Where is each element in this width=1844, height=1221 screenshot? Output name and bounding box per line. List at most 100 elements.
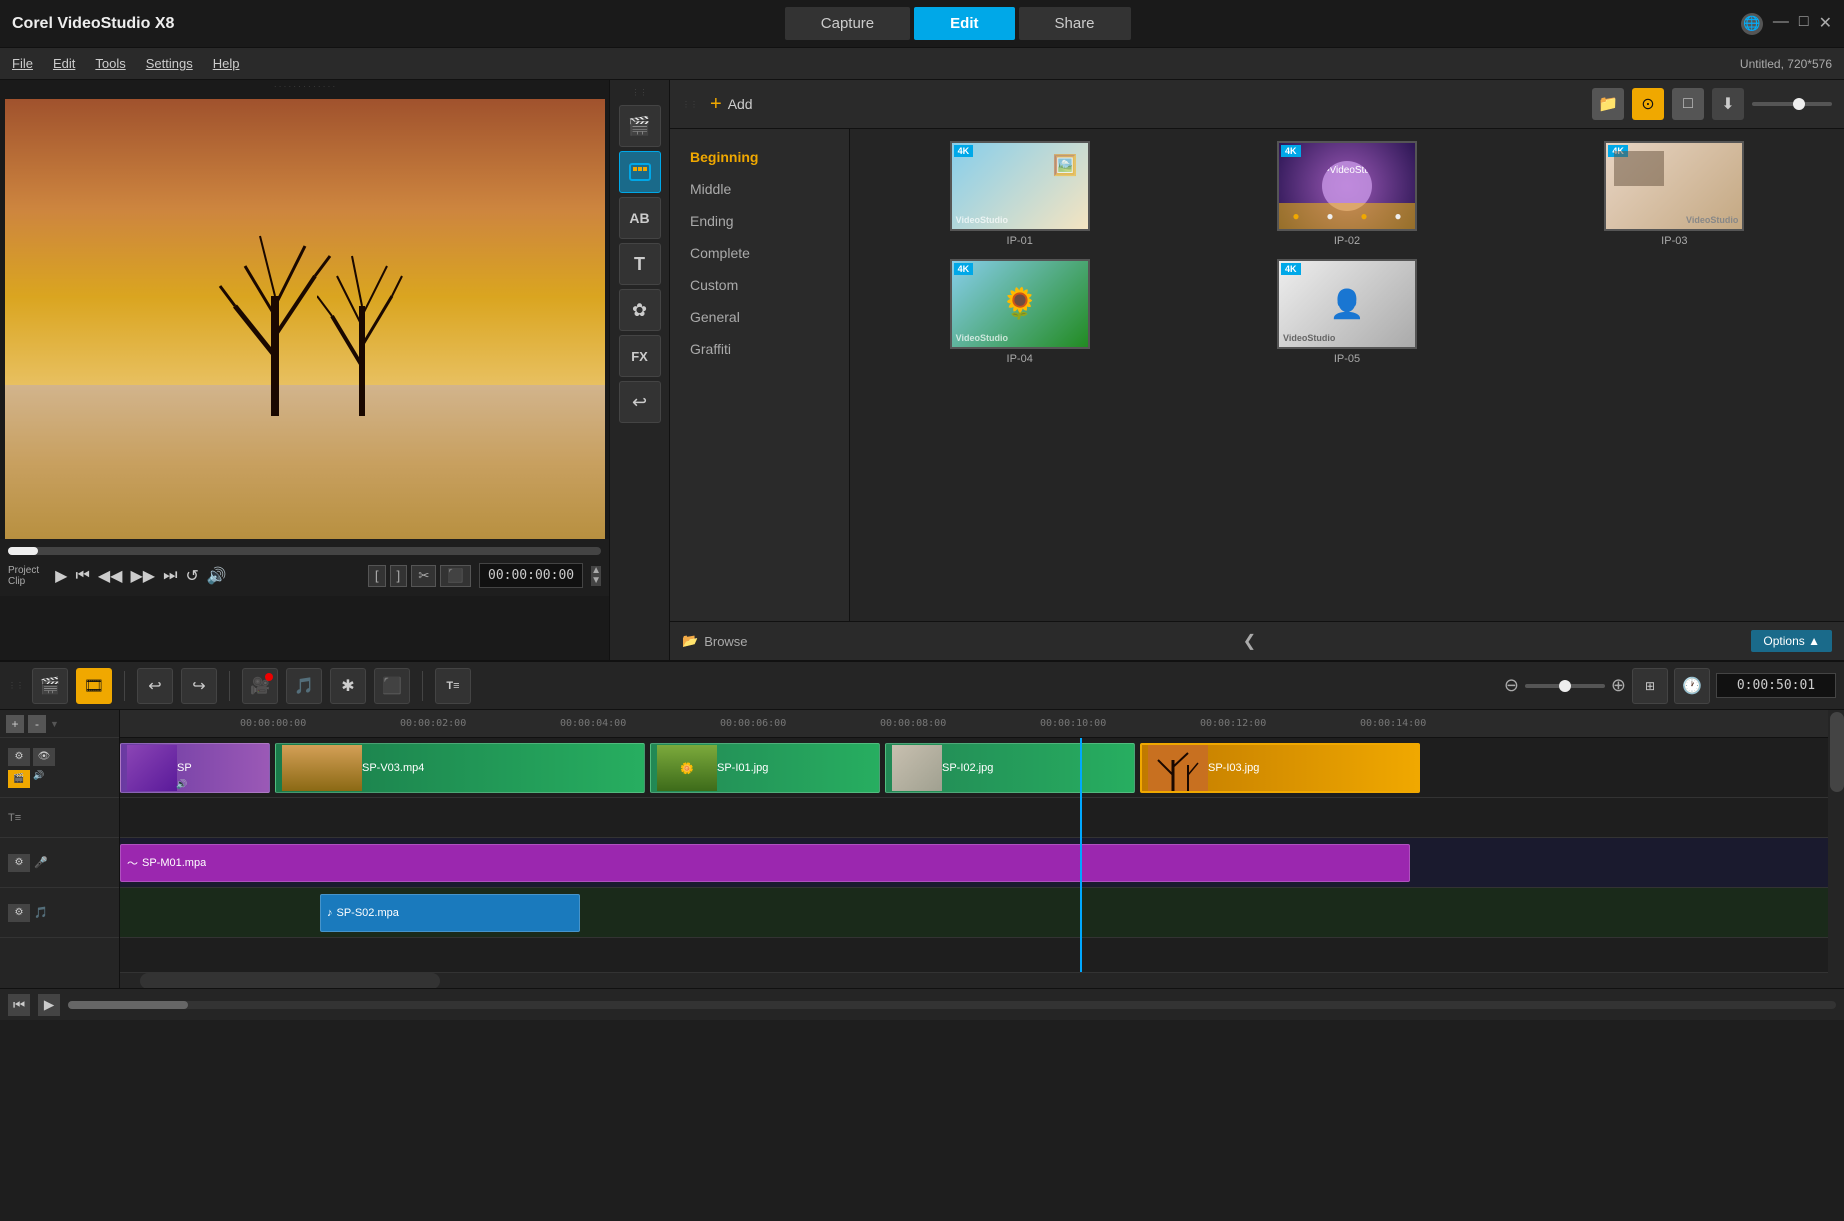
filter-button[interactable]: □	[1672, 88, 1704, 120]
thumb-ip03[interactable]: 4K VideoStudio IP-03	[1517, 141, 1832, 247]
title-tool-button[interactable]: AB	[619, 197, 661, 239]
clip-sp[interactable]: SP 🔊	[120, 743, 270, 793]
cat-middle[interactable]: Middle	[678, 173, 841, 205]
add-media-button[interactable]: + Add	[710, 93, 753, 116]
fit-button[interactable]: ⊞	[1632, 668, 1668, 704]
options-button[interactable]: Options ▲	[1751, 630, 1832, 652]
timeline-scrollbar[interactable]	[120, 972, 1828, 988]
track-eye-button[interactable]: 👁	[33, 748, 55, 766]
thumb-ip02-img[interactable]: 4K •VideoStudio ●●●●	[1277, 141, 1417, 231]
clip-i03[interactable]: SP-I03.jpg	[1140, 743, 1420, 793]
maximize-button[interactable]: □	[1799, 13, 1809, 35]
cat-custom[interactable]: Custom	[678, 269, 841, 301]
timeline-timecode[interactable]: 0:00:50:01	[1716, 673, 1836, 698]
thumb-ip02[interactable]: 4K •VideoStudio ●●●● IP-02	[1189, 141, 1504, 247]
sp-thumb	[127, 745, 177, 791]
media-tool-button[interactable]: 🎬	[619, 105, 661, 147]
globe-icon[interactable]: 🌐	[1741, 13, 1763, 35]
split-button[interactable]: ⬛	[440, 565, 471, 587]
play-button[interactable]: ▶	[55, 566, 67, 586]
menu-file[interactable]: File	[12, 56, 33, 71]
library-button[interactable]: ⊙	[1632, 88, 1664, 120]
browse-button[interactable]: 📂 Browse	[682, 633, 748, 649]
undo-button[interactable]: ↩	[137, 668, 173, 704]
tab-edit[interactable]: Edit	[914, 7, 1014, 40]
timecode-up[interactable]: ▲	[591, 566, 601, 576]
cut-button[interactable]: ✂	[411, 565, 436, 587]
volume-button[interactable]: 🔊	[207, 566, 227, 586]
clip-m01[interactable]: 〜 SP-M01.mpa	[120, 844, 1410, 882]
thumb-ip01[interactable]: 4K VideoStudio 🖼️ IP-01	[862, 141, 1177, 247]
h-scrollbar-thumb[interactable]	[140, 973, 440, 988]
nav-scrollbar-thumb[interactable]	[68, 1001, 188, 1009]
sort-button[interactable]: ⬇	[1712, 88, 1744, 120]
mark-out-button[interactable]: ]	[390, 565, 408, 587]
audio-button[interactable]: 🎵	[286, 668, 322, 704]
prev-button[interactable]: ◀◀	[98, 566, 123, 586]
repeat-button[interactable]: ↺	[185, 566, 198, 586]
thumb-ip05[interactable]: 4K 👤 VideoStudio IP-05	[1189, 259, 1504, 365]
clip-i01[interactable]: 🌼 SP-I01.jpg	[650, 743, 880, 793]
zoom-in-button[interactable]: ⊕	[1611, 675, 1626, 696]
step-forward-button[interactable]: ▶▶	[130, 566, 155, 586]
track-settings-button[interactable]: ⚙	[8, 748, 30, 766]
size-slider[interactable]	[1752, 102, 1832, 106]
cat-graffiti[interactable]: Graffiti	[678, 333, 841, 365]
title-button[interactable]: T≡	[435, 668, 471, 704]
record-button[interactable]: 🎥	[242, 668, 278, 704]
thumb-ip03-img[interactable]: 4K VideoStudio	[1604, 141, 1744, 231]
timecode-down[interactable]: ▼	[591, 576, 601, 586]
timeline-button[interactable]: 🎞	[76, 668, 112, 704]
cat-complete[interactable]: Complete	[678, 237, 841, 269]
transition-tool-button[interactable]: ↩	[619, 381, 661, 423]
pip-button[interactable]: ⬛	[374, 668, 410, 704]
clip-i02[interactable]: SP-I02.jpg	[885, 743, 1135, 793]
tab-capture[interactable]: Capture	[785, 7, 910, 40]
thumb-ip04[interactable]: 4K 🌻 VideoStudio IP-04	[862, 259, 1177, 365]
nav-scrollbar[interactable]	[68, 1001, 1836, 1009]
menu-help[interactable]: Help	[213, 56, 240, 71]
last-button[interactable]: ⏭	[163, 567, 177, 585]
track-video-icon[interactable]: 🎬	[8, 770, 30, 788]
first-button[interactable]: ⏮	[75, 567, 89, 585]
cat-beginning[interactable]: Beginning	[678, 141, 841, 173]
timecode-display[interactable]: 00:00:00:00	[479, 563, 583, 588]
fx-tool-button[interactable]: FX	[619, 335, 661, 377]
nav-first-button[interactable]: ⏮	[8, 994, 30, 1016]
thumb-ip01-img[interactable]: 4K VideoStudio 🖼️	[950, 141, 1090, 231]
nav-play-button[interactable]: ▶	[38, 994, 60, 1016]
clip-art-button[interactable]: ✱	[330, 668, 366, 704]
remove-track-button[interactable]: -	[28, 715, 46, 733]
collapse-left-button[interactable]: ❮	[1243, 631, 1256, 651]
graphics-tool-button[interactable]: ✿	[619, 289, 661, 331]
progress-bar[interactable]	[8, 547, 601, 555]
v-scrollbar-thumb[interactable]	[1830, 712, 1844, 792]
menu-edit[interactable]: Edit	[53, 56, 75, 71]
mark-in-button[interactable]: [	[368, 565, 386, 587]
instant-project-button[interactable]	[619, 151, 661, 193]
storyboard-button[interactable]: 🎬	[32, 668, 68, 704]
redo-button[interactable]: ↪	[181, 668, 217, 704]
voice-settings-button[interactable]: ⚙	[8, 854, 30, 872]
folder-button[interactable]: 📁	[1592, 88, 1624, 120]
right-scrollbar[interactable]	[1828, 710, 1844, 988]
music-settings-button[interactable]: ⚙	[8, 904, 30, 922]
menu-tools[interactable]: Tools	[95, 56, 125, 71]
zoom-out-button[interactable]: ⊖	[1504, 675, 1519, 696]
ip05-badge: 4K	[1281, 263, 1301, 275]
clip-v03[interactable]: SP-V03.mp4	[275, 743, 645, 793]
clock-button[interactable]: 🕐	[1674, 668, 1710, 704]
cat-ending[interactable]: Ending	[678, 205, 841, 237]
zoom-slider[interactable]	[1525, 684, 1605, 688]
thumb-ip04-img[interactable]: 4K 🌻 VideoStudio	[950, 259, 1090, 349]
i02-thumb	[892, 745, 942, 791]
minimize-button[interactable]: —	[1773, 13, 1789, 35]
close-button[interactable]: ✕	[1819, 13, 1832, 35]
clip-s02[interactable]: ♪ SP-S02.mpa	[320, 894, 580, 932]
thumb-ip05-img[interactable]: 4K 👤 VideoStudio	[1277, 259, 1417, 349]
add-track-button[interactable]: +	[6, 715, 24, 733]
tab-share[interactable]: Share	[1019, 7, 1131, 40]
cat-general[interactable]: General	[678, 301, 841, 333]
text-tool-button[interactable]: T	[619, 243, 661, 285]
menu-settings[interactable]: Settings	[146, 56, 193, 71]
